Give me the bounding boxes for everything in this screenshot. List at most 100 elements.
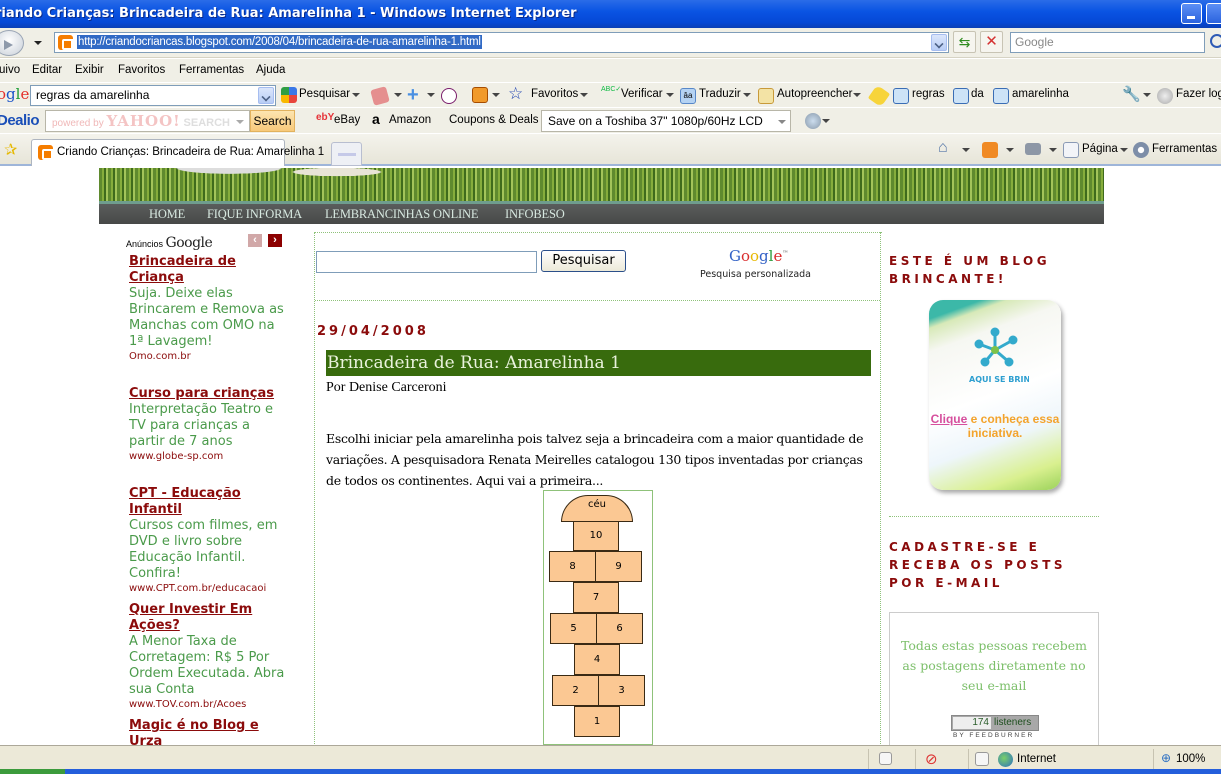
google-query-dropdown-icon[interactable]	[258, 87, 274, 104]
menu-exibir[interactable]: Exibir	[75, 64, 104, 76]
tab-active[interactable]: Criando Crianças: Brincadeira de Rua: Am…	[31, 139, 324, 166]
nav-fique-informa[interactable]: FIQUE INFORMA	[207, 207, 302, 222]
deal-select[interactable]: Save on a Toshiba 37" 1080p/60Hz LCD	[541, 110, 791, 132]
zoom-level[interactable]: 100%	[1176, 753, 1205, 765]
ads-prev-button[interactable]: ‹	[248, 234, 262, 247]
autofill-icon[interactable]	[758, 88, 774, 104]
ad-item[interactable]: Curso para crianças Interpretação Teatro…	[129, 386, 289, 464]
settings-dropdown-icon[interactable]	[1143, 93, 1151, 97]
post-title[interactable]: Brincadeira de Rua: Amarelinha 1	[326, 350, 871, 376]
term-regras[interactable]: regras	[912, 88, 945, 100]
translate-dropdown-icon[interactable]	[743, 93, 751, 97]
stop-button[interactable]: ✕	[980, 31, 1003, 53]
ad-url[interactable]: www.TOV.com.br/Acoes	[129, 698, 289, 712]
ad-url[interactable]: Omo.com.br	[129, 350, 289, 364]
feedburner-counter[interactable]: 174 listeners	[951, 715, 1039, 731]
favorites-star-icon[interactable]: ☆	[508, 84, 523, 104]
ad-title[interactable]: Quer Investir Em Ações?	[129, 602, 289, 634]
google-search-button[interactable]: Pesquisar	[299, 88, 350, 100]
add-dropdown-icon[interactable]	[427, 93, 435, 97]
search-icon[interactable]	[1210, 34, 1221, 48]
custom-search-button[interactable]: Pesquisar	[541, 250, 626, 272]
wrench-icon[interactable]: 🔧	[1122, 85, 1141, 103]
url-text[interactable]: http://criandocriancas.blogspot.com/2008…	[77, 35, 482, 49]
login-button[interactable]: Fazer log	[1176, 88, 1221, 100]
privacy-icon[interactable]: ⊘	[925, 750, 938, 768]
search-dropdown-icon[interactable]	[352, 93, 360, 97]
dealio-settings-icon[interactable]	[805, 113, 821, 129]
calendar-dropdown-icon[interactable]	[394, 93, 402, 97]
dealio-logo[interactable]: Dealio	[0, 112, 40, 129]
page-dropdown-icon[interactable]	[1120, 148, 1128, 152]
search-input[interactable]: Google	[1010, 32, 1205, 53]
favorites-dropdown-icon[interactable]	[580, 93, 588, 97]
orkut-icon[interactable]	[441, 88, 457, 104]
feeds-dropdown-icon[interactable]	[1006, 148, 1014, 152]
check-dropdown-icon[interactable]	[666, 93, 674, 97]
ad-title[interactable]: Brincadeira de Criança	[129, 254, 289, 286]
aqui-se-brinca-badge[interactable]: AQUI SE BRINCA Clique e conheça essa ini…	[929, 300, 1061, 490]
menu-ferramentas[interactable]: Ferramentas	[179, 64, 244, 76]
ad-item[interactable]: CPT - Educação Infantil Cursos com filme…	[129, 486, 289, 596]
favorites-button[interactable]: Favoritos	[531, 88, 578, 100]
ad-item[interactable]: Quer Investir Em Ações? A Menor Taxa de …	[129, 602, 289, 712]
restore-button[interactable]	[1206, 3, 1221, 24]
favorites-center-icon[interactable]: ✰	[4, 140, 17, 160]
menu-editar[interactable]: Editar	[32, 64, 62, 76]
dealio-settings-dropdown-icon[interactable]	[822, 119, 830, 123]
highlighter-icon[interactable]	[867, 84, 891, 108]
protected-mode-icon[interactable]	[975, 752, 989, 766]
popup-dropdown-icon[interactable]	[492, 93, 500, 97]
menu-favoritos[interactable]: Favoritos	[118, 64, 165, 76]
translate-icon[interactable]: âa	[680, 88, 696, 104]
google-toolbar-search-input[interactable]: regras da amarelinha	[30, 85, 276, 106]
autofill-button[interactable]: Autopreencher	[777, 88, 852, 100]
ebay-link[interactable]: eBay	[334, 114, 360, 126]
tools-menu-button[interactable]: Ferramentas	[1152, 143, 1217, 155]
address-bar[interactable]: http://criandocriancas.blogspot.com/2008…	[54, 32, 949, 53]
ad-title[interactable]: CPT - Educação Infantil	[129, 486, 289, 518]
security-zone[interactable]: Internet	[1017, 753, 1056, 765]
nav-infobeso[interactable]: INFOBESO	[505, 207, 565, 222]
page-status-icon[interactable]	[879, 752, 892, 765]
home-icon[interactable]: ⌂	[938, 139, 948, 157]
yahoo-search-input[interactable]: powered by YAHOO! SEARCH	[45, 110, 250, 132]
calendar-icon[interactable]	[370, 86, 390, 106]
menu-arquivo[interactable]: uivo	[0, 64, 20, 76]
page-menu-button[interactable]: Página	[1082, 143, 1118, 155]
history-dropdown-icon[interactable]	[34, 41, 42, 45]
coupons-link[interactable]: Coupons & Deals	[449, 114, 539, 126]
ads-next-button[interactable]: ›	[268, 234, 282, 247]
menu-ajuda[interactable]: Ajuda	[256, 64, 285, 76]
address-dropdown-icon[interactable]	[931, 34, 947, 51]
add-button-icon[interactable]: +	[407, 84, 419, 107]
amazon-link[interactable]: Amazon	[389, 114, 431, 126]
badge-link[interactable]: Clique	[931, 412, 968, 426]
ad-item[interactable]: Brincadeira de Criança Suja. Deixe elas …	[129, 254, 289, 364]
new-tab-button[interactable]	[331, 142, 362, 166]
translate-button[interactable]: Traduzir	[699, 88, 741, 100]
yahoo-dropdown-icon[interactable]	[236, 120, 244, 124]
spellcheck-icon[interactable]: ABC✓	[601, 85, 621, 93]
refresh-button[interactable]: ⇆	[953, 31, 976, 53]
ad-item[interactable]: Magic é no Blog e Urza	[129, 718, 289, 745]
print-icon[interactable]	[1025, 143, 1041, 155]
home-dropdown-icon[interactable]	[962, 148, 970, 152]
ad-url[interactable]: www.CPT.com.br/educacaoi	[129, 582, 289, 596]
deal-dropdown-icon[interactable]	[778, 120, 786, 124]
ad-title[interactable]: Curso para crianças	[129, 386, 289, 402]
nav-home[interactable]: HOME	[149, 207, 185, 222]
back-button[interactable]	[0, 30, 24, 56]
term-da[interactable]: da	[971, 88, 984, 100]
ad-title[interactable]: Magic é no Blog e Urza	[129, 718, 289, 745]
minimize-button[interactable]	[1181, 3, 1202, 24]
custom-search-input[interactable]	[316, 251, 537, 273]
zoom-icon[interactable]: ⊕	[1161, 751, 1171, 765]
nav-lembrancinhas[interactable]: LEMBRANCINHAS ONLINE	[325, 207, 478, 222]
yahoo-search-button[interactable]: Search	[250, 110, 295, 132]
popup-blocker-icon[interactable]	[472, 87, 488, 103]
autofill-dropdown-icon[interactable]	[853, 93, 861, 97]
print-dropdown-icon[interactable]	[1049, 148, 1057, 152]
ad-url[interactable]: www.globe-sp.com	[129, 450, 289, 464]
feeds-icon[interactable]	[982, 142, 998, 158]
